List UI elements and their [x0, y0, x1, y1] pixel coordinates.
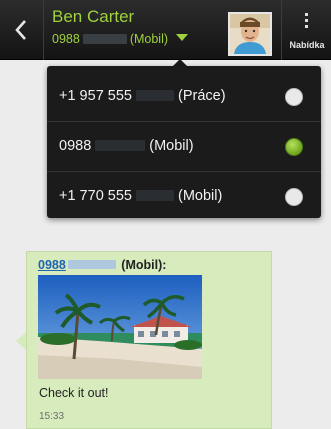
- sender-number-prefix: 0988: [38, 258, 66, 272]
- sender-type: (Mobil):: [121, 258, 167, 272]
- picker-item-work[interactable]: +1 957 555 (Práce): [47, 72, 321, 122]
- picker-item-label: +1 770 555 (Mobil): [59, 188, 222, 204]
- contact-name: Ben Carter: [52, 7, 135, 26]
- caret-down-icon[interactable]: [176, 34, 188, 41]
- chevron-left-icon: [15, 20, 26, 40]
- picker-item-mobile-2[interactable]: +1 770 555 (Mobil): [47, 172, 321, 222]
- radio-button[interactable]: [285, 88, 303, 106]
- message-sender: 0988 (Mobil):: [38, 258, 166, 272]
- picker-item-label: +1 957 555 (Práce): [59, 88, 226, 104]
- overflow-menu-icon: [305, 13, 308, 31]
- bubble-tail: [16, 332, 26, 350]
- sender-number-link[interactable]: 0988: [38, 258, 118, 272]
- picker-number-type: (Mobil): [177, 188, 223, 204]
- message-text: Check it out!: [39, 386, 109, 400]
- picker-number-prefix: 0988: [59, 138, 92, 154]
- contact-number-type: (Mobil): [129, 32, 169, 46]
- action-bar: Ben Carter 0988 (Mobil) Nabídka: [0, 0, 331, 60]
- menu-label: Nabídka: [289, 40, 325, 50]
- picker-item-label: 0988 (Mobil): [59, 138, 194, 154]
- redacted-digits: [67, 260, 116, 269]
- redacted-digits: [95, 140, 146, 151]
- picker-number-prefix: +1 957 555: [59, 88, 132, 104]
- picker-number-prefix: +1 770 555: [59, 188, 132, 204]
- radio-button-selected[interactable]: [285, 138, 303, 156]
- contact-number-prefix: 0988: [52, 32, 80, 46]
- picker-number-type: (Práce): [177, 88, 226, 104]
- number-picker: +1 957 555 (Práce) 0988 (Mobil) +1 770 555…: [47, 66, 321, 218]
- avatar-photo: [230, 14, 270, 54]
- redacted-digits: [82, 34, 127, 44]
- redacted-digits: [135, 90, 174, 101]
- redacted-digits: [135, 190, 174, 201]
- contact-number: 0988 (Mobil): [52, 32, 168, 46]
- picker-number-type: (Mobil): [149, 138, 194, 154]
- radio-button[interactable]: [285, 188, 303, 206]
- beach-photo[interactable]: [38, 275, 202, 379]
- message-bubble[interactable]: 0988 (Mobil): Check it out! 15:33: [26, 251, 272, 429]
- back-button[interactable]: [0, 0, 44, 60]
- contact-selector[interactable]: Ben Carter 0988 (Mobil): [52, 7, 222, 53]
- message-timestamp: 15:33: [39, 411, 65, 422]
- menu-button[interactable]: Nabídka: [281, 0, 331, 60]
- contact-avatar[interactable]: [228, 12, 272, 56]
- picker-item-mobile-1[interactable]: 0988 (Mobil): [47, 122, 321, 172]
